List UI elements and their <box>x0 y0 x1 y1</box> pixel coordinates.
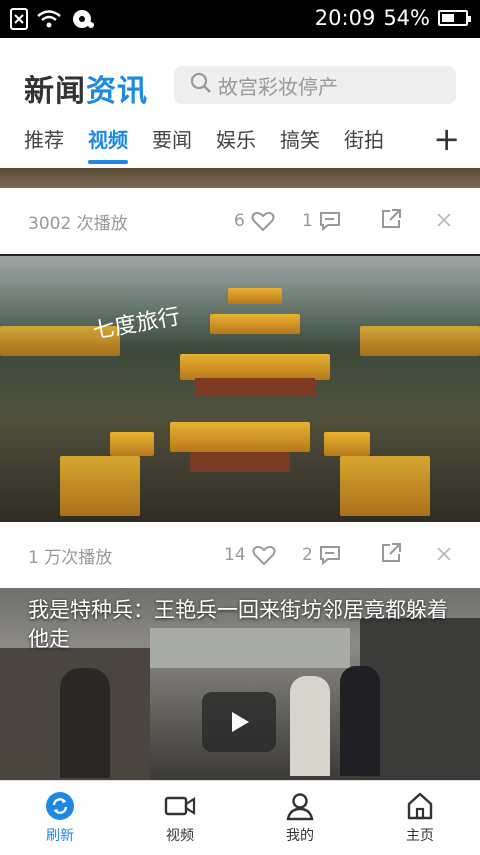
video-meta-row: 3002 次播放 6 1 <box>0 188 480 254</box>
share-button[interactable] <box>380 208 402 235</box>
like-count: 6 <box>234 211 245 231</box>
tab-street[interactable]: 街拍 <box>344 124 384 164</box>
share-icon <box>382 542 401 562</box>
refresh-icon <box>46 792 74 820</box>
video-thumbnail[interactable]: 我是特种兵：王艳兵一回来街坊邻居竟都躲着他走 <box>0 588 480 780</box>
tab-entertainment[interactable]: 娱乐 <box>216 124 256 164</box>
close-icon <box>437 546 451 561</box>
dismiss-button[interactable] <box>436 543 452 568</box>
share-button[interactable] <box>380 542 402 569</box>
comment-button[interactable]: 2 <box>302 545 341 565</box>
video-thumbnail[interactable]: 七度旅行 <box>0 256 480 522</box>
tab-video[interactable]: 视频 <box>88 124 128 164</box>
battery-percent: 54% <box>383 6 430 30</box>
like-button[interactable]: 6 <box>234 210 275 232</box>
heart-icon <box>251 211 275 232</box>
view-count: 1 万次播放 <box>28 547 113 568</box>
category-tabs: 推荐 视频 要闻 娱乐 搞笑 街拍 <box>0 124 480 164</box>
nav-label: 刷新 <box>46 828 74 844</box>
video-camera-icon <box>164 796 196 816</box>
like-button[interactable]: 14 <box>224 544 276 566</box>
previous-video-thumbnail[interactable] <box>0 168 480 188</box>
hotspot-icon <box>70 8 96 34</box>
tab-funny[interactable]: 搞笑 <box>280 124 320 164</box>
view-count: 3002 次播放 <box>28 213 128 234</box>
search-icon <box>190 72 212 99</box>
channel-watermark: 七度旅行 <box>90 304 182 345</box>
home-icon <box>407 792 433 820</box>
video-feed[interactable]: 3002 次播放 6 1 七度旅行 1 万次播放 14 2 我是特种兵：王艳兵一… <box>0 168 480 780</box>
tab-news[interactable]: 要闻 <box>152 124 192 164</box>
comment-count: 2 <box>302 545 313 565</box>
search-placeholder: 故宫彩妆停产 <box>218 74 338 99</box>
comment-count: 1 <box>302 211 313 231</box>
status-bar: 20:09 54% <box>0 0 480 38</box>
comment-icon <box>319 546 340 565</box>
nav-label: 我的 <box>286 828 314 844</box>
video-title[interactable]: 我是特种兵：王艳兵一回来街坊邻居竟都躲着他走 <box>28 596 448 654</box>
tab-recommend[interactable]: 推荐 <box>24 124 64 164</box>
video-meta-row: 1 万次播放 14 2 <box>0 522 480 588</box>
wifi-icon <box>36 9 62 33</box>
sim-off-icon <box>10 8 28 34</box>
nav-refresh[interactable]: 刷新 <box>0 781 120 855</box>
dismiss-button[interactable] <box>436 209 452 234</box>
close-icon <box>437 212 451 227</box>
clock: 20:09 <box>314 6 376 30</box>
app-header: 新闻资讯 故宫彩妆停产 推荐 视频 要闻 娱乐 搞笑 街拍 + <box>0 38 480 168</box>
share-icon <box>382 208 401 228</box>
comment-button[interactable]: 1 <box>302 211 341 231</box>
like-count: 14 <box>224 545 246 565</box>
nav-video[interactable]: 视频 <box>120 781 240 855</box>
nav-mine[interactable]: 我的 <box>240 781 360 855</box>
comment-icon <box>319 212 340 231</box>
app-logo: 新闻资讯 <box>24 74 148 109</box>
search-input[interactable]: 故宫彩妆停产 <box>174 66 456 104</box>
user-icon <box>286 793 314 821</box>
play-icon <box>232 712 249 732</box>
heart-icon <box>252 545 276 566</box>
battery-icon <box>438 10 471 26</box>
play-button[interactable] <box>202 692 276 752</box>
bottom-navigation: 刷新 视频 我的 主页 <box>0 780 480 855</box>
nav-home[interactable]: 主页 <box>360 781 480 855</box>
nav-label: 主页 <box>406 828 434 844</box>
nav-label: 视频 <box>166 828 194 844</box>
add-channel-button[interactable]: + <box>433 123 460 155</box>
